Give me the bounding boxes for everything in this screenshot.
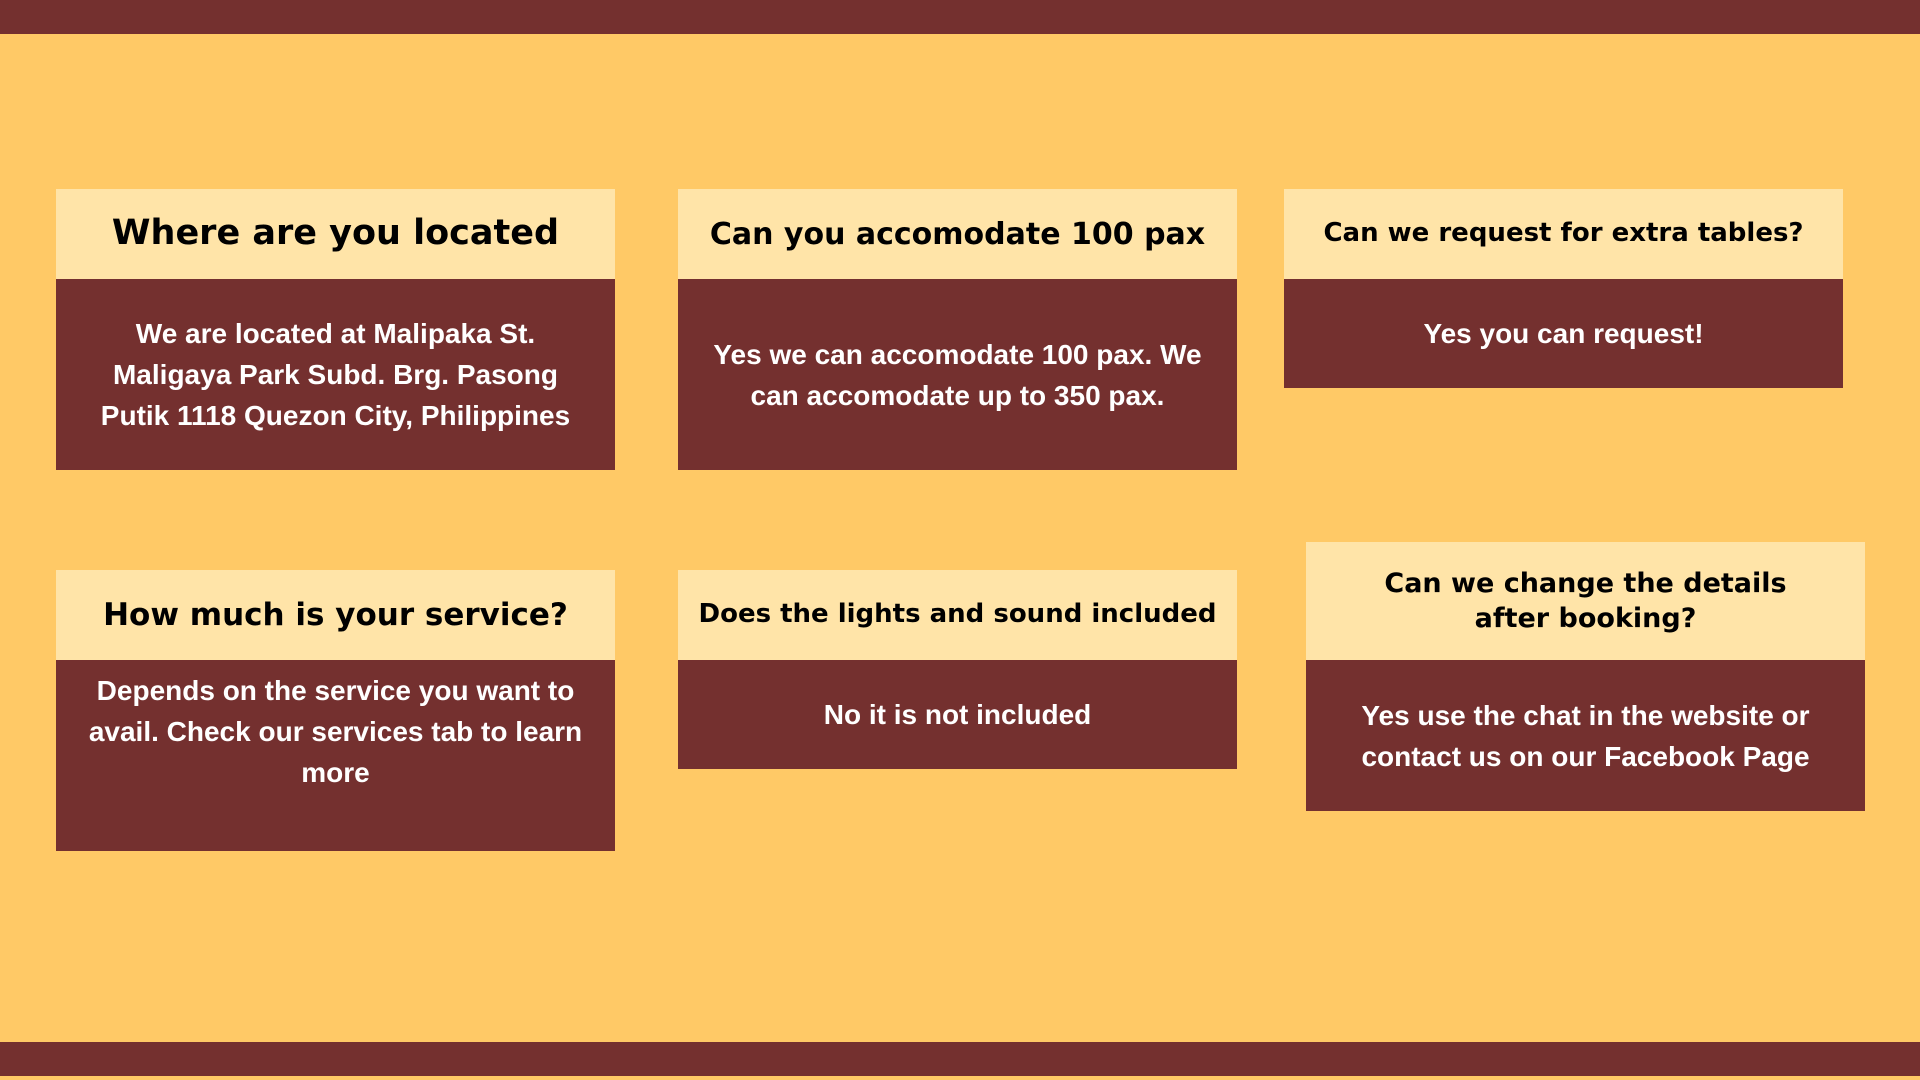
- faq-question: Does the lights and sound included: [678, 570, 1237, 660]
- faq-question: Where are you located: [56, 189, 615, 279]
- faq-card-extra-tables: Can we request for extra tables? Yes you…: [1284, 189, 1843, 388]
- faq-question: Can we request for extra tables?: [1284, 189, 1843, 279]
- faq-card-pricing: How much is your service? Depends on the…: [56, 570, 615, 851]
- faq-card-capacity: Can you accomodate 100 pax Yes we can ac…: [678, 189, 1237, 470]
- faq-answer: Yes we can accomodate 100 pax. We can ac…: [678, 279, 1237, 470]
- faq-answer: We are located at Malipaka St. Maligaya …: [56, 279, 615, 470]
- faq-card-lights-sound: Does the lights and sound included No it…: [678, 570, 1237, 769]
- faq-answer: Depends on the service you want to avail…: [56, 660, 615, 851]
- faq-question: Can you accomodate 100 pax: [678, 189, 1237, 279]
- faq-answer: Yes you can request!: [1284, 279, 1843, 388]
- faq-question: How much is your service?: [56, 570, 615, 660]
- faq-card-location: Where are you located We are located at …: [56, 189, 615, 470]
- bottom-band: [0, 1042, 1920, 1076]
- faq-answer: No it is not included: [678, 660, 1237, 769]
- faq-answer: Yes use the chat in the website or conta…: [1306, 660, 1865, 811]
- top-band: [0, 0, 1920, 34]
- faq-question: Can we change the details after booking?: [1306, 542, 1865, 660]
- faq-card-change-details: Can we change the details after booking?…: [1306, 542, 1865, 811]
